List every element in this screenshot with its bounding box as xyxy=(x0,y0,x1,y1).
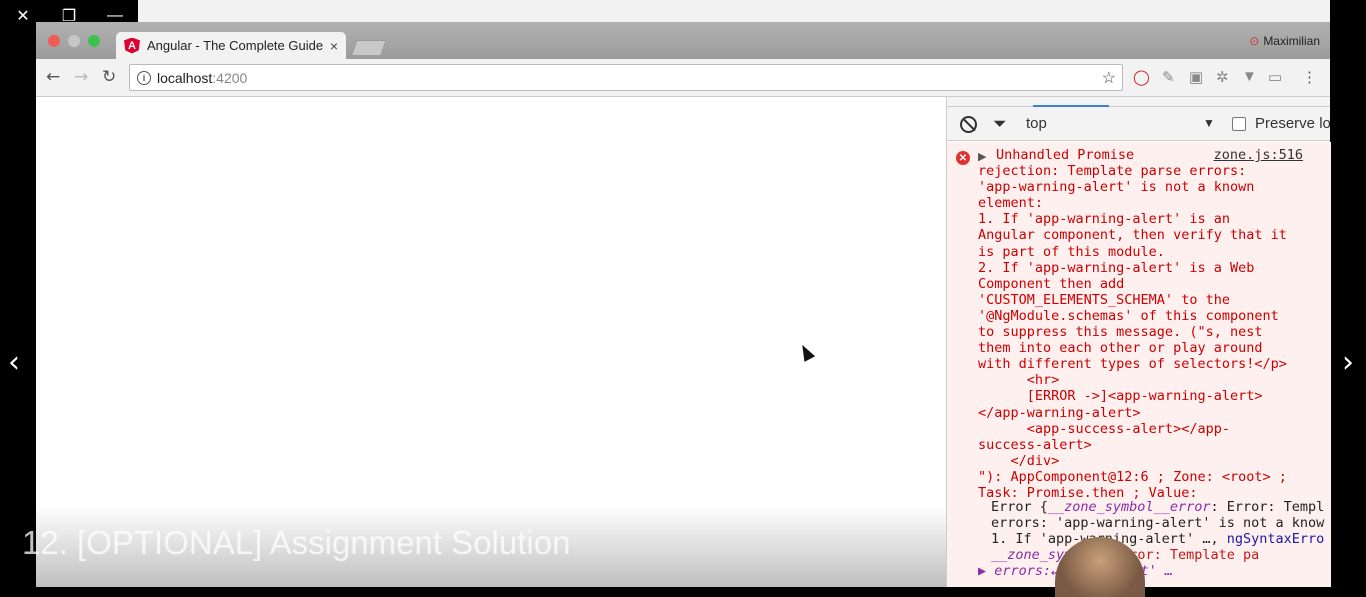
angular-icon: A xyxy=(124,37,140,54)
top-strip xyxy=(138,0,1330,22)
url-port: :4200 xyxy=(212,69,248,86)
obj-text: errors: 'app-warning-alert' is not a kno… xyxy=(991,515,1325,532)
tab-bar: A Angular - The Complete Guide × ⊙ Maximi… xyxy=(36,22,1330,59)
browser-toolbar: ← → ↻ i localhost:4200 ☆ ◯ ✎ ▣ ✲ ▼ ▭ ⋮ xyxy=(36,59,1330,97)
eyedropper-extension-icon[interactable]: ✎ xyxy=(1162,68,1175,86)
vue-extension-icon[interactable]: ▼ xyxy=(1242,68,1257,85)
url-host: localhost xyxy=(157,69,213,86)
obj-key: __zone_symbol__error xyxy=(1047,499,1211,515)
context-dropdown-icon[interactable]: ▼ xyxy=(1203,116,1215,130)
mac-zoom-button[interactable] xyxy=(88,35,100,47)
new-tab-button[interactable] xyxy=(351,40,387,55)
video-title: 12. [OPTIONAL] Assignment Solution xyxy=(22,524,571,561)
devtools-tabs xyxy=(947,97,1330,107)
context-selector[interactable]: top xyxy=(1026,115,1047,132)
error-text: Unhandled Promise rejection: Template pa… xyxy=(978,147,1287,501)
tab-close-icon[interactable]: × xyxy=(330,38,338,54)
profile-name: Maximilian xyxy=(1263,34,1320,48)
next-video-button[interactable]: › xyxy=(1342,345,1354,380)
filter-icon[interactable]: ⏷ xyxy=(993,114,1007,134)
chat-extension-icon[interactable]: ▭ xyxy=(1268,68,1282,86)
forward-button[interactable]: → xyxy=(74,67,88,87)
reload-button[interactable]: ↻ xyxy=(102,67,116,87)
bookmark-star-icon[interactable]: ☆ xyxy=(1102,68,1116,88)
profile-button[interactable]: ⊙ Maximilian xyxy=(1249,34,1320,48)
menu-icon[interactable]: ⋮ xyxy=(1302,68,1317,86)
preserve-log-checkbox[interactable] xyxy=(1232,117,1246,131)
browser-window: A Angular - The Complete Guide × ⊙ Maximi… xyxy=(36,22,1331,587)
console-error-message: ✕ ▶ zone.js:516 Unhandled Promise reject… xyxy=(947,142,1331,587)
opera-extension-icon[interactable]: ◯ xyxy=(1133,68,1150,86)
info-icon[interactable]: i xyxy=(137,70,151,85)
preserve-log-label: Preserve lo xyxy=(1255,115,1331,132)
mac-minimize-button[interactable] xyxy=(68,35,80,47)
error-object[interactable]: Error {__zone_symbol__error: Error: Temp… xyxy=(978,499,1325,579)
devtools-panel: ⏷ top ▼ Preserve lo ✕ ▶ zone.js:516 Unha… xyxy=(946,97,1331,587)
back-button[interactable]: ← xyxy=(46,67,60,87)
address-bar[interactable]: i localhost:4200 ☆ xyxy=(129,64,1123,91)
player-right-edge xyxy=(1330,0,1366,587)
previous-video-button[interactable]: ‹ xyxy=(8,345,20,380)
jb-extension-icon[interactable]: ▣ xyxy=(1189,68,1203,86)
obj-text: : Error: Templ xyxy=(1210,499,1325,515)
tab-title: Angular - The Complete Guide xyxy=(147,38,324,53)
obj-text: Error { xyxy=(991,499,1048,515)
console-toolbar: ⏷ top ▼ Preserve lo xyxy=(947,107,1331,141)
error-icon: ✕ xyxy=(956,151,970,165)
settings-extension-icon[interactable]: ✲ xyxy=(1216,68,1229,86)
obj-key: ngSyntaxErro xyxy=(1226,531,1325,548)
clear-console-icon[interactable] xyxy=(960,116,977,133)
profile-icon: ⊙ xyxy=(1249,34,1260,48)
mac-close-button[interactable] xyxy=(48,35,60,47)
tab-angular[interactable]: A Angular - The Complete Guide × xyxy=(116,32,346,59)
